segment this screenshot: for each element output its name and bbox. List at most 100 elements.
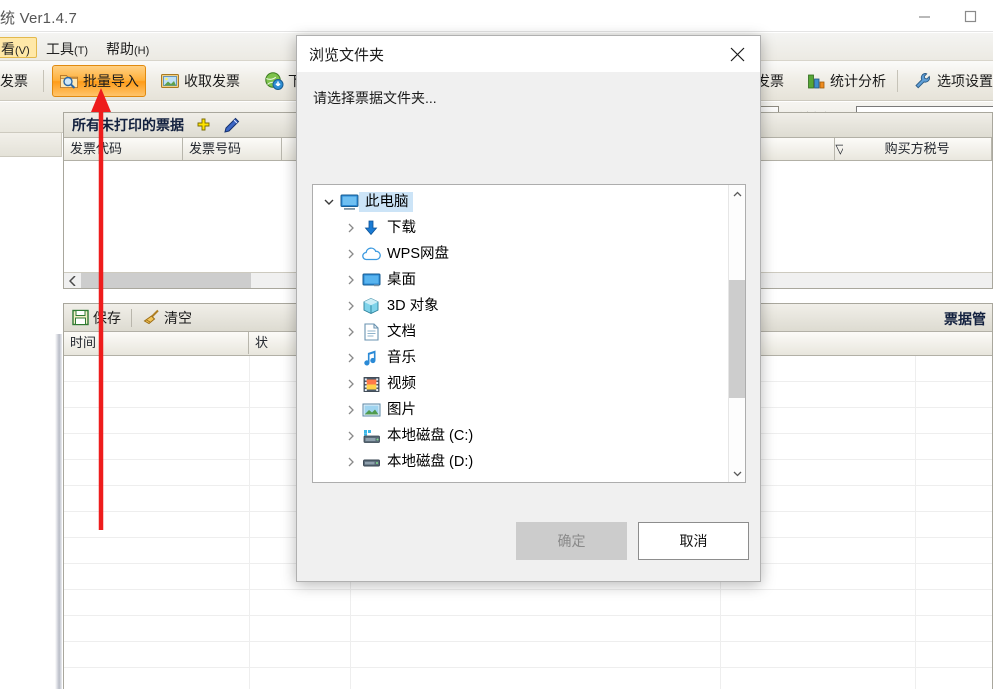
menu-item-tools[interactable]: 工具(T) [40,37,94,58]
log-row[interactable] [64,642,992,668]
folder-tree-scrollbar[interactable] [728,185,745,482]
left-side-strip [0,133,62,689]
tree-item-local-disk-c[interactable]: 本地磁盘 (C:) [313,423,728,449]
toolbar-button-batch-import[interactable]: 批量导入 [52,65,146,97]
clear-button-label: 清空 [164,309,192,326]
minimize-button[interactable] [901,0,947,32]
cancel-button[interactable]: 取消 [638,522,749,560]
chevron-right-icon[interactable] [341,449,361,475]
tree-item-wps-cloud[interactable]: WPS网盘 [313,241,728,267]
pencil-icon[interactable] [223,117,240,134]
tree-item-downloads[interactable]: 下载 [313,215,728,241]
menu-item-help[interactable]: 帮助(H) [100,37,155,58]
receive-invoice-icon [160,71,180,91]
toolbar-button-invoice-left[interactable]: 发票 [0,65,34,97]
menu-item-tools-label: 工具 [46,41,74,57]
toolbar-separator-1 [43,70,44,92]
download-arrow-icon [361,218,381,238]
chevron-right-icon[interactable] [341,215,361,241]
window-title: 统 Ver1.4.7 [0,10,78,27]
chevron-right-icon[interactable] [341,371,361,397]
log-row[interactable] [64,616,992,642]
folder-tree-view[interactable]: 此电脑 下载 WPS网盘 桌面 3D 对象 文档 音乐 视频 图片 本地磁盘 (… [312,184,746,483]
column-header-buyer-tax-id[interactable]: 购买方税号 [843,138,992,160]
dialog-title: 浏览文件夹 [309,46,385,64]
tree-item-pictures-label: 图片 [387,402,416,418]
ok-button[interactable]: 确定 [516,522,627,560]
tree-item-downloads-label: 下载 [387,220,416,236]
menu-item-view-label: 看 [1,41,15,57]
toolbar-button-receive-invoice-label: 收取发票 [184,73,240,89]
save-button[interactable]: 保存 [72,308,121,328]
chevron-right-icon[interactable] [341,319,361,345]
tree-item-local-disk-c-label: 本地磁盘 (C:) [387,428,474,444]
chevron-right-icon[interactable] [341,241,361,267]
plus-icon[interactable] [196,118,211,133]
chevron-down-icon[interactable] [729,465,745,482]
drive-icon [361,452,381,472]
tree-item-local-disk-d[interactable]: 本地磁盘 (D:) [313,449,728,475]
column-header-invoice-number[interactable]: 发票号码 [183,138,283,160]
toolbar-button-statistics[interactable]: 统计分析 [800,65,892,97]
toolbar-button-receive-invoice[interactable]: 收取发票 [154,65,246,97]
page-title: 所有未打印的票据 [72,117,184,133]
left-strip-header [0,133,62,157]
chevron-right-icon[interactable] [341,267,361,293]
menu-item-view-mnemonic: (V) [15,45,30,57]
tree-item-documents-label: 文档 [387,324,416,340]
column-sort-marker[interactable]: ▽ [835,138,844,160]
cancel-button-label: 取消 [679,533,708,549]
scroll-left-icon[interactable] [64,273,81,288]
folder-tree-list: 此电脑 下载 WPS网盘 桌面 3D 对象 文档 音乐 视频 图片 本地磁盘 (… [313,189,728,475]
chevron-down-icon[interactable] [319,189,339,215]
hscroll-thumb[interactable] [81,273,251,288]
log-row[interactable] [64,590,992,616]
tree-item-desktop[interactable]: 桌面 [313,267,728,293]
tree-item-music[interactable]: 音乐 [313,345,728,371]
tree-item-wps-cloud-label: WPS网盘 [387,246,450,262]
cube-3d-icon [361,296,381,316]
menu-item-view[interactable]: 看(V) [0,37,37,58]
tree-item-desktop-label: 桌面 [387,272,416,288]
log-grid-vline-1 [249,356,250,689]
window-controls [901,0,993,32]
tree-item-documents[interactable]: 文档 [313,319,728,345]
tree-item-pictures[interactable]: 图片 [313,397,728,423]
tree-item-local-disk-d-label: 本地磁盘 (D:) [387,454,474,470]
chevron-right-icon[interactable] [341,293,361,319]
tree-item-this-pc-label: 此电脑 [359,192,413,212]
menu-item-help-mnemonic: (H) [134,45,150,57]
menu-item-help-label: 帮助 [106,41,134,57]
tree-item-3d-objects-label: 3D 对象 [387,298,439,314]
dialog-titlebar: 浏览文件夹 [297,36,760,72]
chevron-right-icon[interactable] [341,423,361,449]
computer-icon [339,192,359,212]
vertical-splitter[interactable] [55,334,62,689]
tree-item-3d-objects[interactable]: 3D 对象 [313,293,728,319]
toolbar-button-statistics-label: 统计分析 [830,73,886,89]
close-icon[interactable] [714,36,760,72]
batch-import-icon [59,71,79,91]
tree-item-this-pc[interactable]: 此电脑 [313,189,728,215]
chevron-right-icon[interactable] [341,397,361,423]
maximize-button[interactable] [947,0,993,32]
chevron-right-icon[interactable] [341,345,361,371]
wrench-icon [913,71,933,91]
clear-button[interactable]: 清空 [142,308,192,328]
folder-tree-scroll-thumb[interactable] [729,280,745,398]
desktop-icon [361,270,381,290]
toolbar-button-options[interactable]: 选项设置 [907,65,993,97]
ok-button-label: 确定 [557,533,586,549]
chevron-up-icon[interactable] [729,185,745,202]
column-header-time[interactable]: 时间 [64,332,249,354]
menu-item-tools-mnemonic: (T) [74,45,89,57]
toolbar-button-options-label: 选项设置 [937,73,993,89]
log-toolbar-separator [131,308,132,327]
tree-item-music-label: 音乐 [387,350,416,366]
log-panel-right-title: 票据管 [944,311,986,327]
tree-item-videos[interactable]: 视频 [313,371,728,397]
picture-icon [361,400,381,420]
column-header-invoice-code[interactable]: 发票代码 [64,138,183,160]
log-row[interactable] [64,668,992,689]
music-note-icon [361,348,381,368]
